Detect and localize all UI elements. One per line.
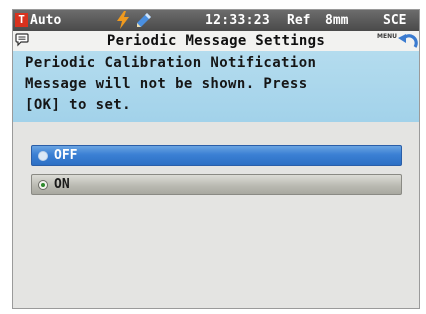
message-line: Periodic Calibration Notification xyxy=(25,55,317,71)
device-screen: T Auto 12:33:23 Ref 8mm SCE Periodic Mes… xyxy=(12,9,420,309)
menu-label: MENU xyxy=(377,33,397,40)
specular-mode-indicator: SCE xyxy=(383,13,407,28)
clock-time: 12:33:23 xyxy=(205,13,271,28)
pencil-icon xyxy=(137,13,151,27)
radio-button xyxy=(38,151,48,161)
radio-dot-icon xyxy=(41,183,45,187)
message-line: Message will not be shown. Press xyxy=(25,76,308,92)
message-line: [OK] to set. xyxy=(25,97,131,113)
option-off-button[interactable]: OFF xyxy=(31,145,402,166)
message-area: Periodic Calibration Notification Messag… xyxy=(13,51,419,122)
measurement-mode-label: Auto xyxy=(30,13,62,28)
title-bar: Periodic Message Settings MENU xyxy=(13,31,419,51)
lightning-bolt-icon xyxy=(117,11,129,29)
radio-button-checked xyxy=(38,180,48,190)
status-bar: T Auto 12:33:23 Ref 8mm SCE xyxy=(13,10,419,31)
ref-indicator: Ref xyxy=(287,13,311,28)
option-label: OFF xyxy=(54,148,78,163)
aperture-indicator: 8mm xyxy=(325,13,349,28)
option-label: ON xyxy=(54,177,70,192)
menu-back-button[interactable]: MENU xyxy=(373,31,419,51)
back-arrow-icon xyxy=(398,34,418,48)
option-on-button[interactable]: ON xyxy=(31,174,402,195)
measurement-mode-badge: T xyxy=(15,13,28,27)
page-title: Periodic Message Settings xyxy=(106,33,326,49)
